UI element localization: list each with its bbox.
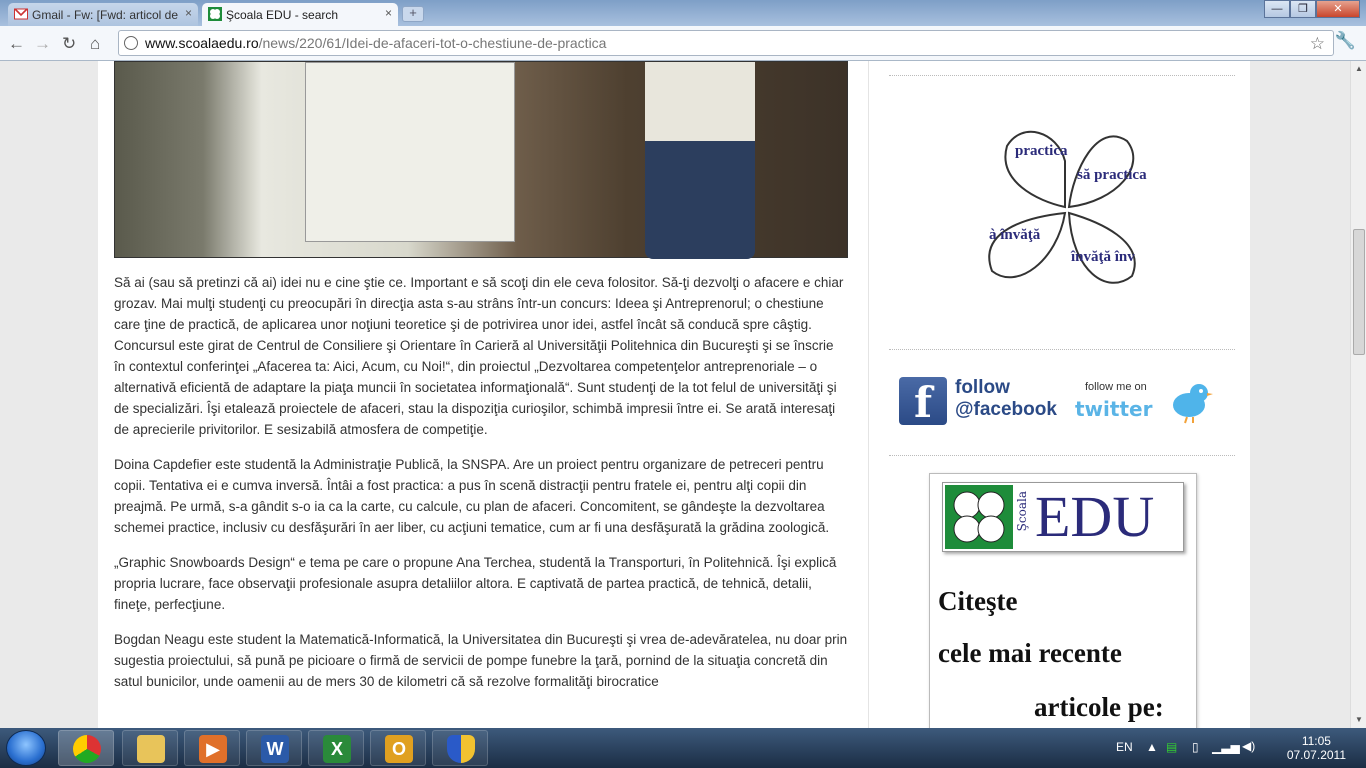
clock-date: 07.07.2011 [1286,748,1346,762]
sidebar-divider [889,455,1235,456]
windows-taskbar: ▶ W X O EN ▲ ▤ ▯ ▁▃▅ ◀) 11:05 07.07.2011 [0,728,1366,768]
photo-person [645,62,755,259]
browser-tabstrip: Gmail - Fw: [Fwd: articol de × Şcoala ED… [0,0,1366,26]
tray-expand-icon[interactable]: ▲ [1146,740,1158,754]
twitter-bird-icon [1167,379,1213,425]
close-window-button[interactable]: ✕ [1316,0,1360,18]
minimize-button[interactable]: — [1264,0,1290,18]
address-bar[interactable]: www.scoalaedu.ro/news/220/61/Idei-de-afa… [118,30,1334,56]
promo-line-2: cele mai recente [938,638,1122,668]
tab-scoala-edu[interactable]: Şcoala EDU - search × [202,3,398,26]
clover-word: practica [1015,143,1068,159]
maximize-button[interactable]: ❐ [1290,0,1316,18]
reload-icon[interactable]: ↻ [62,34,76,54]
chrome-icon [73,735,101,763]
clover-small-icon [945,485,1013,549]
page-viewport: Să ai (sau să pretinzi că ai) idei nu e … [0,61,1350,728]
close-tab-icon[interactable]: × [385,6,392,20]
language-indicator[interactable]: EN [1116,740,1133,754]
photo-door [305,62,515,242]
taskbar-explorer[interactable] [122,730,178,766]
article-paragraph: Bogdan Neagu este student la Matematică-… [114,632,848,689]
scoala-edu-banner: Şcoala EDU [942,482,1184,552]
sidebar-divider [889,349,1235,350]
browser-toolbar: ← → ↻ ⌂ www.scoalaedu.ro/news/220/61/Ide… [0,26,1366,61]
article-paragraph: Să ai (sau să pretinzi că ai) idei nu e … [114,275,844,437]
facebook-handle-label: @facebook [955,399,1057,420]
back-arrow-icon[interactable]: ← [8,34,25,54]
scroll-down-arrow-icon[interactable]: ▼ [1351,712,1366,728]
twitter-logo-text: twitter [1075,397,1153,421]
tab-gmail[interactable]: Gmail - Fw: [Fwd: articol de × [8,3,198,26]
signal-icon[interactable]: ▁▃▅ [1212,740,1240,754]
taskbar-outlook[interactable]: O [370,730,426,766]
taskbar-media-player[interactable]: ▶ [184,730,240,766]
folder-icon [137,735,165,763]
promo-line-1: Citeşte [938,586,1018,616]
forward-arrow-icon[interactable]: → [34,34,51,54]
clover-logo[interactable]: practica să practica à învăţă învăţă înv [977,121,1157,296]
bookmark-star-icon[interactable]: ☆ [1310,32,1325,56]
outlook-icon: O [385,735,413,763]
taskbar-security[interactable] [432,730,488,766]
word-icon: W [261,735,289,763]
tab-title: Gmail - Fw: [Fwd: articol de [32,7,179,22]
sidebar-divider [889,75,1235,76]
sidebar: practica să practica à învăţă învăţă înv… [868,61,1250,728]
page-container: Să ai (sau să pretinzi că ai) idei nu e … [98,61,1250,728]
page-info-icon[interactable] [124,36,138,50]
article-paragraph: „Graphic Snowboards Design“ e tema pe ca… [114,555,837,612]
clock-time: 11:05 [1301,734,1331,748]
scoala-vertical-label: Şcoala [1015,491,1029,532]
edu-logo-text: EDU [1035,484,1155,549]
vertical-scrollbar[interactable]: ▲ ▼ [1350,61,1366,728]
scroll-thumb[interactable] [1353,229,1365,355]
taskbar-excel[interactable]: X [308,730,364,766]
facebook-follow-button[interactable]: f follow @facebook [899,375,1059,427]
media-player-icon: ▶ [199,735,227,763]
url-path: /news/220/61/Idei-de-afaceri-tot-o-chest… [258,35,607,51]
article-paragraph: Doina Capdefier este studentă la Adminis… [114,457,830,535]
scroll-up-arrow-icon[interactable]: ▲ [1351,61,1366,77]
scoala-edu-favicon [208,7,222,21]
url-host: www.scoalaedu.ro [145,35,259,51]
volume-icon[interactable]: ◀) [1242,739,1255,753]
excel-icon: X [323,735,351,763]
clover-word: să practica [1077,167,1147,183]
taskbar-chrome[interactable] [58,730,114,766]
window-controls: — ❐ ✕ [1264,0,1360,18]
clover-word: à învăţă [989,227,1041,243]
network-status-icon[interactable]: ▤ [1166,740,1177,754]
twitter-follow-button[interactable]: follow me on twitter [1075,377,1225,429]
shield-icon [447,735,475,763]
close-tab-icon[interactable]: × [185,6,192,20]
battery-icon[interactable]: ▯ [1192,740,1199,754]
twitter-follow-label: follow me on [1085,381,1147,393]
system-tray: EN ▲ ▤ ▯ ▁▃▅ ◀) 11:05 07.07.2011 [1106,728,1366,768]
article-content: Să ai (sau să pretinzi că ai) idei nu e … [114,61,848,692]
scoala-edu-promo[interactable]: Şcoala EDU Citeşte cele mai recente arti… [929,473,1197,728]
start-button[interactable] [6,730,46,766]
article-photo [114,61,848,259]
taskbar-clock[interactable]: 11:05 07.07.2011 [1287,734,1346,762]
taskbar-word[interactable]: W [246,730,302,766]
new-tab-button[interactable]: + [402,6,424,22]
facebook-follow-label: follow [955,377,1010,398]
gmail-icon [14,7,28,21]
tab-title: Şcoala EDU - search [226,7,339,22]
clover-word: învăţă înv [1070,249,1135,265]
wrench-menu-icon[interactable]: 🔧 [1335,31,1356,51]
facebook-icon: f [899,377,947,427]
home-icon[interactable]: ⌂ [90,34,100,54]
promo-line-3: articole pe: [1034,692,1164,722]
